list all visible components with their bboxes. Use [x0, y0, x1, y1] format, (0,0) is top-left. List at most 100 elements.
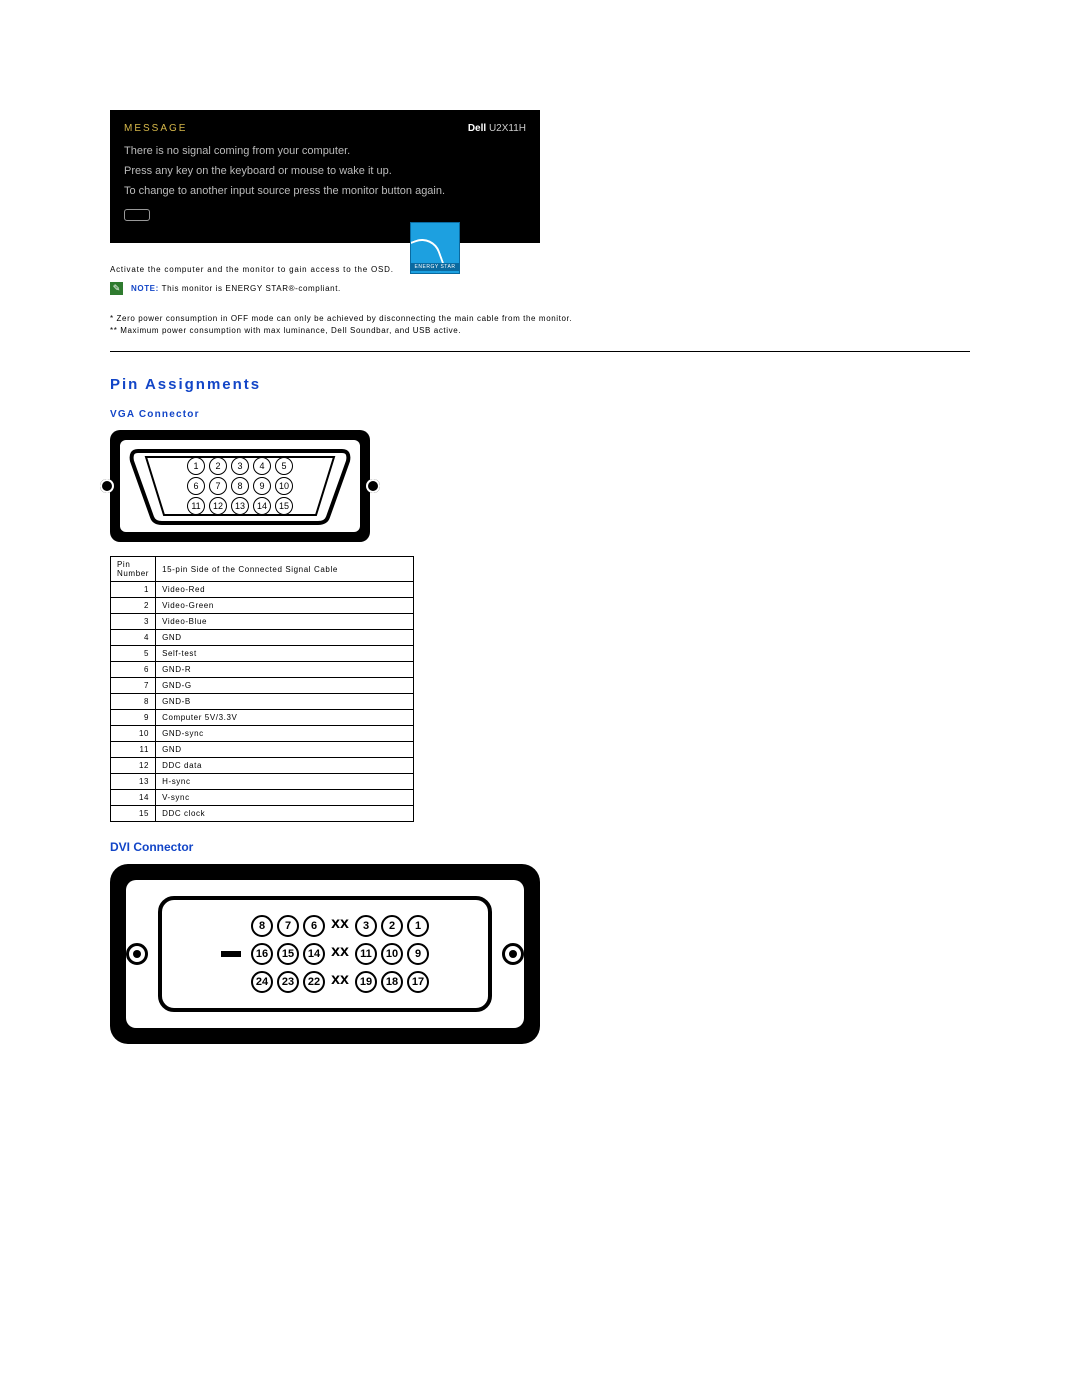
osd-line-2: Press any key on the keyboard or mouse t… — [124, 162, 526, 182]
vga-pin: 11 — [187, 497, 205, 515]
vga-pin: 5 — [275, 457, 293, 475]
dvi-pin: 19 — [355, 971, 377, 993]
vga-connector-diagram: 123456789101112131415 — [110, 430, 370, 542]
dvi-pin: 7 — [277, 915, 299, 937]
section-divider — [110, 351, 970, 352]
vga-pin-table: Pin Number 15-pin Side of the Connected … — [110, 556, 414, 822]
pin-signal-cell: Video-Blue — [156, 614, 414, 630]
dvi-pin: 17 — [407, 971, 429, 993]
table-row: 5Self-test — [111, 646, 414, 662]
pin-number-cell: 3 — [111, 614, 156, 630]
dvi-pin: 11 — [355, 943, 377, 965]
pin-table-header-left: Pin Number — [111, 557, 156, 582]
vga-pin: 2 — [209, 457, 227, 475]
pin-number-cell: 12 — [111, 758, 156, 774]
pin-number-cell: 5 — [111, 646, 156, 662]
table-row: 4GND — [111, 630, 414, 646]
energy-star-label: ENERGY STAR — [411, 263, 459, 271]
dvi-blank-pins: xx — [329, 971, 351, 993]
footnote-1: * Zero power consumption in OFF mode can… — [110, 313, 970, 325]
table-row: 14V-sync — [111, 790, 414, 806]
vga-pin: 12 — [209, 497, 227, 515]
note-icon: ✎ — [110, 282, 123, 295]
vga-pin: 10 — [275, 477, 293, 495]
pin-signal-cell: GND-B — [156, 694, 414, 710]
osd-message-box: MESSAGE Dell U2X11H There is no signal c… — [110, 110, 540, 243]
table-row: 1Video-Red — [111, 582, 414, 598]
pin-number-cell: 11 — [111, 742, 156, 758]
vga-screw-icon — [366, 479, 380, 493]
dvi-pin: 3 — [355, 915, 377, 937]
pin-number-cell: 4 — [111, 630, 156, 646]
dvi-pin: 23 — [277, 971, 299, 993]
vga-pin: 9 — [253, 477, 271, 495]
pin-signal-cell: GND — [156, 742, 414, 758]
pin-number-cell: 15 — [111, 806, 156, 822]
dvi-pin: 15 — [277, 943, 299, 965]
pin-assignments-heading: Pin Assignments — [110, 376, 970, 393]
table-row: 15DDC clock — [111, 806, 414, 822]
dvi-blank-pins: xx — [329, 915, 351, 937]
dvi-pin: 9 — [407, 943, 429, 965]
osd-model: Dell U2X11H — [468, 120, 526, 138]
vga-pin: 13 — [231, 497, 249, 515]
pin-number-cell: 14 — [111, 790, 156, 806]
pin-number-cell: 7 — [111, 678, 156, 694]
dvi-pin: 1 — [407, 915, 429, 937]
pin-signal-cell: DDC data — [156, 758, 414, 774]
osd-line-3: To change to another input source press … — [124, 182, 526, 202]
vga-pin: 4 — [253, 457, 271, 475]
table-row: 6GND-R — [111, 662, 414, 678]
pin-number-cell: 1 — [111, 582, 156, 598]
energy-star-badge: ENERGY STAR — [410, 222, 460, 274]
pin-number-cell: 10 — [111, 726, 156, 742]
pin-signal-cell: GND-R — [156, 662, 414, 678]
pin-signal-cell: GND-sync — [156, 726, 414, 742]
vga-pin: 7 — [209, 477, 227, 495]
dvi-pin: 6 — [303, 915, 325, 937]
note-text: NOTE: This monitor is ENERGY STAR®-compl… — [131, 284, 341, 293]
osd-connector-icon-row — [124, 209, 526, 229]
table-row: 3Video-Blue — [111, 614, 414, 630]
osd-message-label: MESSAGE — [124, 120, 187, 138]
dvi-pin: 24 — [251, 971, 273, 993]
table-row: 12DDC data — [111, 758, 414, 774]
osd-line-1: There is no signal coming from your comp… — [124, 142, 526, 162]
pin-signal-cell: V-sync — [156, 790, 414, 806]
dvi-ground-slot-icon — [221, 951, 241, 957]
vga-connector-heading: VGA Connector — [110, 409, 970, 420]
dvi-blank-pins: xx — [329, 943, 351, 965]
dvi-connector-heading: DVI Connector — [110, 840, 970, 854]
pin-number-cell: 13 — [111, 774, 156, 790]
pin-number-cell: 6 — [111, 662, 156, 678]
dvi-pin: 8 — [251, 915, 273, 937]
dvi-pin: 14 — [303, 943, 325, 965]
dvi-pin: 10 — [381, 943, 403, 965]
vga-screw-icon — [100, 479, 114, 493]
pin-number-cell: 8 — [111, 694, 156, 710]
dvi-screw-icon — [502, 943, 524, 965]
pin-signal-cell: DDC clock — [156, 806, 414, 822]
vga-connector-icon — [124, 209, 150, 221]
table-row: 8GND-B — [111, 694, 414, 710]
table-row: 10GND-sync — [111, 726, 414, 742]
footnote-2: ** Maximum power consumption with max lu… — [110, 325, 970, 337]
pin-signal-cell: GND-G — [156, 678, 414, 694]
pin-signal-cell: Video-Green — [156, 598, 414, 614]
pin-signal-cell: Self-test — [156, 646, 414, 662]
dvi-connector-diagram: 876xx321161514xx11109242322xx191817 — [110, 864, 540, 1044]
vga-pin: 14 — [253, 497, 271, 515]
dvi-screw-icon — [126, 943, 148, 965]
vga-pin: 15 — [275, 497, 293, 515]
table-row: 2Video-Green — [111, 598, 414, 614]
pin-number-cell: 2 — [111, 598, 156, 614]
dvi-pin: 22 — [303, 971, 325, 993]
vga-pin: 3 — [231, 457, 249, 475]
vga-pin: 8 — [231, 477, 249, 495]
table-row: 9Computer 5V/3.3V — [111, 710, 414, 726]
dvi-pin: 16 — [251, 943, 273, 965]
table-row: 13H-sync — [111, 774, 414, 790]
osd-caption: Activate the computer and the monitor to… — [110, 265, 970, 274]
vga-pin: 6 — [187, 477, 205, 495]
pin-signal-cell: Computer 5V/3.3V — [156, 710, 414, 726]
